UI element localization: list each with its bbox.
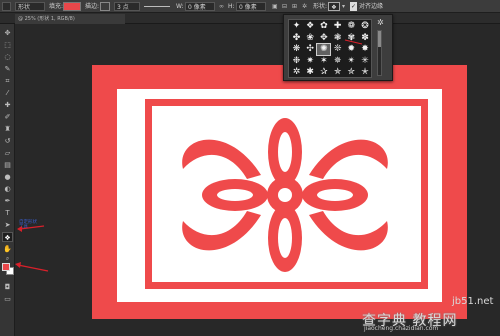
document-tab-title: @ 25% (形状 1, RGB/8) — [18, 16, 75, 22]
shape-thumbnail[interactable]: ❉ — [290, 56, 303, 67]
pen-tool-icon[interactable]: ✒ — [2, 196, 13, 206]
annotation-label: 自定形状工具 — [19, 220, 37, 230]
tool-preset-icon[interactable] — [2, 2, 11, 11]
shape-thumbnail[interactable]: ✮ — [345, 67, 358, 78]
shape-thumbnail[interactable]: ❋ — [290, 44, 303, 55]
stroke-label: 描边: — [85, 3, 100, 10]
tool-mode-select[interactable]: 形状 — [15, 2, 45, 11]
shape-thumbnail[interactable]: ✭ — [359, 67, 372, 78]
path-select-tool-icon[interactable]: ➤ — [2, 220, 13, 230]
options-bar: 形状 填充: 描边: 3 点 W: 0 像素 ∞ H: 0 像素 ▣ ⊟ ⊞ ✲… — [0, 0, 500, 13]
history-brush-tool-icon[interactable]: ↺ — [2, 136, 13, 146]
shape-thumbnail[interactable]: ❂ — [359, 21, 372, 32]
blur-tool-icon[interactable]: ● — [2, 172, 13, 182]
eyedropper-tool-icon[interactable]: ⁄ — [2, 88, 13, 98]
lasso-tool-icon[interactable]: ◌ — [2, 52, 13, 62]
toolbox: ✥ ⬚ ◌ ✎ ⌗ ⁄ ✚ ✐ ♜ ↺ ▱ ▤ ● ◐ ✒ T ➤ ❖ ✋ ⌕ … — [0, 24, 15, 336]
path-alignment-icon[interactable]: ⊟ — [282, 2, 287, 11]
floral-ornament — [182, 118, 388, 272]
foreground-color-swatch[interactable] — [2, 263, 10, 271]
screen-mode-icon[interactable]: ▭ — [2, 294, 13, 304]
shape-thumbnail[interactable]: ✯ — [331, 67, 344, 78]
shape-thumbnail[interactable]: ✸ — [359, 44, 372, 55]
path-arrangement-icon[interactable]: ⊞ — [292, 2, 297, 11]
hand-tool-icon[interactable]: ✋ — [2, 244, 13, 254]
shape-thumbnail[interactable]: ❁ — [345, 21, 358, 32]
shape-thumbnail[interactable]: ✤ — [290, 33, 303, 44]
eraser-tool-icon[interactable]: ▱ — [2, 148, 13, 158]
tool-annotation: 自定形状工具 — [19, 220, 39, 230]
height-label: H: — [228, 3, 235, 10]
stroke-swatch[interactable] — [100, 2, 110, 11]
shape-thumbnail[interactable]: ✚ — [331, 21, 344, 32]
shape-thumbnail[interactable]: ✹ — [345, 44, 358, 55]
shape-thumbnail[interactable]: ✿ — [317, 21, 330, 32]
shape-thumbnail[interactable]: ✷ — [304, 56, 317, 67]
move-tool-icon[interactable]: ✥ — [2, 28, 13, 38]
width-field[interactable]: 0 像素 — [185, 2, 215, 11]
picker-scrollbar[interactable] — [377, 30, 382, 76]
brush-tool-icon[interactable]: ✐ — [2, 112, 13, 122]
shape-thumbnail[interactable]: ✱ — [304, 67, 317, 78]
chevron-down-icon[interactable]: ▾ — [342, 2, 345, 11]
dodge-tool-icon[interactable]: ◐ — [2, 184, 13, 194]
quick-select-tool-icon[interactable]: ✎ — [2, 64, 13, 74]
shape-thumbnail[interactable]: ❊ — [331, 44, 344, 55]
shape-thumbnail[interactable]: ✳ — [359, 56, 372, 67]
type-tool-icon[interactable]: T — [2, 208, 13, 218]
gradient-tool-icon[interactable]: ▤ — [2, 160, 13, 170]
align-edges-label: 对齐边缘 — [359, 3, 384, 10]
align-edges-checkbox[interactable]: ✓ — [350, 2, 357, 11]
width-label: W: — [176, 3, 184, 10]
watermark-url: jiaocheng.chazidian.com — [364, 325, 439, 332]
tab-bar: @ 25% (形状 1, RGB/8) × — [0, 13, 500, 24]
custom-shape-tool-icon[interactable]: ❖ — [2, 232, 13, 242]
shape-label: 形状: — [313, 3, 328, 10]
shape-thumbnail[interactable]: ❃ — [331, 33, 344, 44]
custom-shape-picker[interactable]: ✦ ❖ ✿ ✚ ❁ ❂ ✤ ❀ ✥ ❃ ✾ ✽ ❋ ✣ ✺ ❊ ✹ ✸ ❉ ✷ ✶ ✵ ✴ ✳ ✲ ✱ ✰ ✯ ✮ ✭ ✲ — [283, 14, 393, 81]
shape-grid: ✦ ❖ ✿ ✚ ❁ ❂ ✤ ❀ ✥ ❃ ✾ ✽ ❋ ✣ ✺ ❊ ✹ ✸ ❉ ✷ ✶ ✵ ✴ ✳ ✲ ✱ ✰ ✯ ✮ ✭ — [288, 19, 372, 78]
shape-thumbnail[interactable]: ✽ — [359, 33, 372, 44]
selected-shape-thumbnail[interactable]: ✺ — [316, 43, 332, 56]
shape-thumbnail[interactable]: ✣ — [304, 44, 317, 55]
shape-thumbnail[interactable]: ✥ — [317, 33, 330, 44]
watermark-domain: jb51.net — [452, 296, 494, 307]
canvas-artwork — [92, 65, 467, 319]
shape-thumbnail[interactable]: ✲ — [290, 67, 303, 78]
shape-thumbnail[interactable]: ✴ — [345, 56, 358, 67]
quick-mask-icon[interactable]: ◘ — [2, 282, 13, 292]
height-field[interactable]: 0 像素 — [236, 2, 266, 11]
shape-thumbnail[interactable]: ✾ — [345, 33, 358, 44]
shape-thumbnail[interactable]: ✵ — [331, 56, 344, 67]
stroke-type-select[interactable] — [144, 6, 170, 7]
shape-thumbnail[interactable]: ✶ — [317, 56, 330, 67]
crop-tool-icon[interactable]: ⌗ — [2, 76, 13, 86]
link-icon[interactable]: ∞ — [219, 2, 224, 11]
arrow-to-color-swatch — [17, 264, 49, 272]
document-canvas[interactable] — [92, 65, 467, 319]
gear-icon[interactable]: ✲ — [377, 18, 384, 27]
marquee-tool-icon[interactable]: ⬚ — [2, 40, 13, 50]
shape-picker-button[interactable]: ❖ — [328, 2, 340, 11]
shape-thumbnail[interactable]: ❖ — [304, 21, 317, 32]
site-watermark: jb51.net 查字典 教程网 jiaocheng.chazidian.com — [356, 290, 498, 334]
stroke-width-field[interactable]: 3 点 — [114, 2, 140, 11]
spot-heal-tool-icon[interactable]: ✚ — [2, 100, 13, 110]
shape-thumbnail[interactable]: ✦ — [290, 21, 303, 32]
shape-thumbnail[interactable]: ✰ — [317, 67, 330, 78]
picker-scroll-thumb[interactable] — [378, 31, 381, 47]
fill-label: 填充: — [49, 3, 64, 10]
stamp-tool-icon[interactable]: ♜ — [2, 124, 13, 134]
fill-swatch[interactable] — [63, 2, 81, 11]
path-operations-icon[interactable]: ▣ — [272, 2, 278, 11]
arrow-head-color-swatch — [15, 262, 21, 268]
document-tab[interactable]: @ 25% (形状 1, RGB/8) × — [15, 14, 125, 24]
gear-icon[interactable]: ✲ — [302, 2, 307, 11]
shape-thumbnail[interactable]: ❀ — [304, 33, 317, 44]
